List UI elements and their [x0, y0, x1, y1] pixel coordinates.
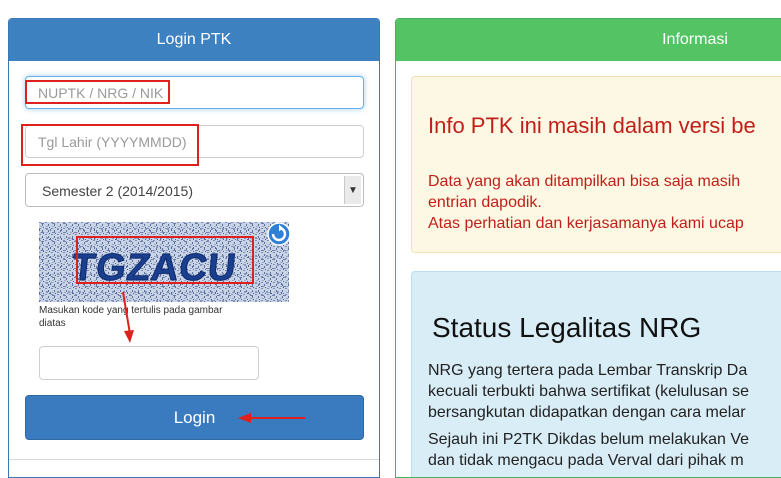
chevron-down-icon[interactable]: ▼ [344, 176, 361, 204]
captcha-instruction: Masukan kode yang tertulis pada gambar d… [39, 305, 223, 329]
annotation-box-birthdate [21, 124, 199, 166]
status-line: bersangkutan didapatkan dengan cara mela… [428, 404, 746, 421]
status-line: NRG yang tertera pada Lembar Transkrip D… [428, 362, 748, 379]
info-panel: Informasi Info PTK ini masih dalam versi… [395, 18, 781, 478]
status-info-box: Status Legalitas NRG NRG yang tertera pa… [411, 271, 781, 477]
annotation-box-captcha [76, 236, 254, 284]
login-panel-header: Login PTK [9, 19, 379, 61]
login-button[interactable]: Login [25, 395, 364, 440]
warning-line: Atas perhatian dan kerjasamanya kami uca… [428, 215, 744, 232]
warning-body: Data yang akan ditampilkan bisa saja mas… [428, 171, 744, 234]
status-body: NRG yang tertera pada Lembar Transkrip D… [428, 360, 749, 477]
warning-heading: Info PTK ini masih dalam versi be [428, 113, 756, 138]
refresh-icon[interactable] [267, 222, 291, 246]
warning-alert: Info PTK ini masih dalam versi be Data y… [411, 76, 781, 253]
login-panel-title: Login PTK [156, 31, 232, 48]
warning-line: entrian dapodik. [428, 194, 542, 211]
semester-selected-value: Semester 2 (2014/2015) [42, 183, 193, 199]
status-line: kecuali terbukti bahwa sertifikat (kelul… [428, 383, 750, 400]
panel-divider [9, 459, 379, 460]
login-button-label: Login [173, 407, 216, 427]
status-heading: Status Legalitas NRG [432, 312, 702, 343]
captcha-code-input[interactable] [39, 346, 259, 380]
semester-select[interactable]: Semester 2 (2014/2015) ▼ [25, 173, 364, 207]
status-line: dan tidak mengacu pada Verval dari pihak… [428, 452, 744, 469]
status-line: Sejauh ini P2TK Dikdas belum melakukan V… [428, 431, 750, 448]
info-panel-title: Informasi [662, 31, 728, 48]
annotation-box-nuptk [25, 80, 170, 104]
info-panel-header: Informasi [396, 19, 781, 61]
warning-line: Data yang akan ditampilkan bisa saja mas… [428, 173, 741, 190]
